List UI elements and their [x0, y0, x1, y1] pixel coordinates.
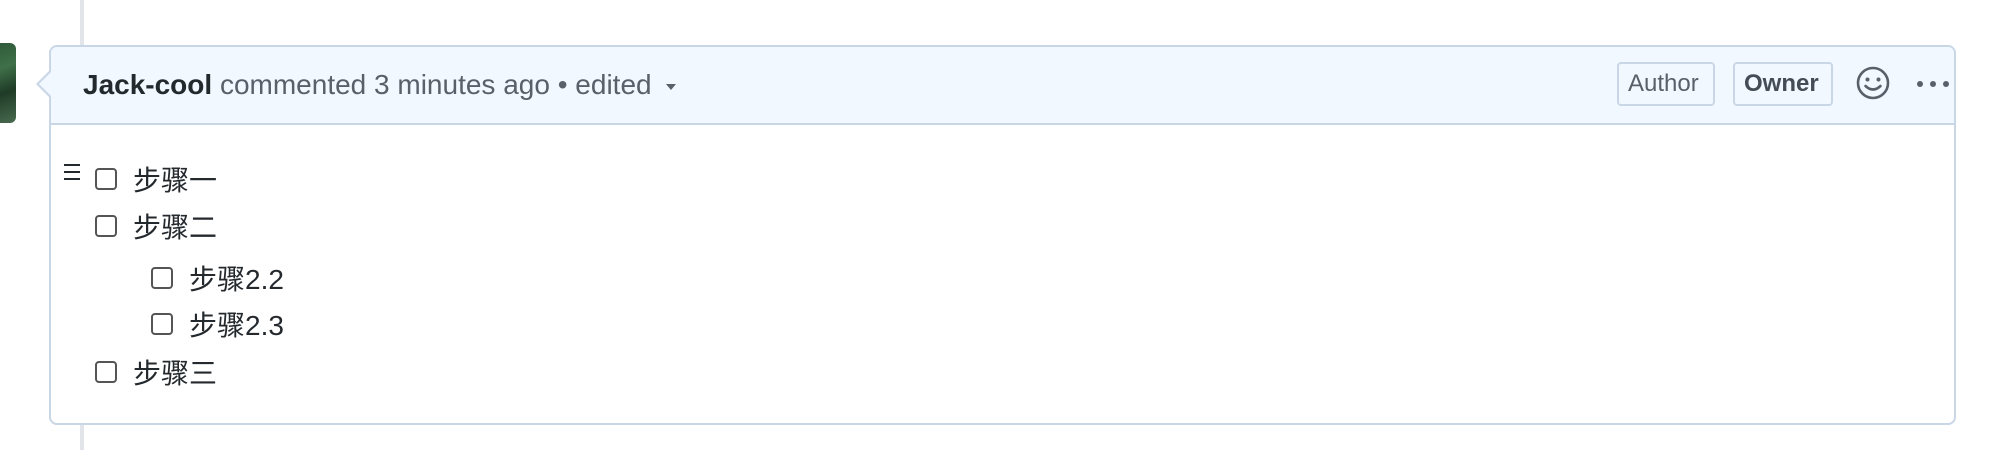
task-checkbox[interactable] [151, 267, 173, 289]
comment-header: Jack-cool commented 3 minutes ago • edit… [51, 47, 1954, 125]
task-label: 步骤二 [133, 212, 218, 243]
separator-dot: • [557, 69, 568, 100]
owner-badge: Owner [1733, 62, 1833, 106]
issue-timeline: Jack-cool commented 3 minutes ago • edit… [0, 0, 2006, 450]
comment-box: Jack-cool commented 3 minutes ago • edit… [49, 45, 1956, 425]
comment-pointer-fill [39, 72, 51, 96]
task-item: 步骤一 [95, 159, 217, 199]
smiley-icon [1856, 66, 1890, 100]
add-reaction-button[interactable] [1854, 64, 1892, 102]
task-label: 步骤三 [133, 358, 218, 389]
more-actions-button[interactable] [1913, 69, 1953, 99]
task-label: 步骤2.2 [189, 264, 284, 295]
task-item: 步骤三 [95, 352, 217, 392]
task-label: 步骤2.3 [189, 310, 284, 341]
task-checkbox[interactable] [151, 313, 173, 335]
task-checkbox[interactable] [95, 168, 117, 190]
task-item: 步骤2.2 [151, 258, 284, 298]
edited-label: edited [575, 69, 652, 100]
task-checkbox[interactable] [95, 361, 117, 383]
comment-meta: Jack-cool commented 3 minutes ago • edit… [83, 65, 676, 105]
task-label: 步骤一 [133, 165, 218, 196]
task-item: 步骤2.3 [151, 304, 284, 344]
task-item: 步骤二 [95, 206, 217, 246]
grabber-icon[interactable] [64, 164, 80, 182]
author-badge: Author [1617, 62, 1715, 106]
author-link[interactable]: Jack-cool [83, 69, 212, 100]
kebab-horizontal-icon [1917, 81, 1923, 87]
triangle-down-icon [665, 83, 676, 90]
task-checkbox[interactable] [95, 215, 117, 237]
comment-action: commented [219, 69, 367, 100]
comment-timestamp[interactable]: 3 minutes ago [374, 69, 550, 100]
avatar[interactable] [0, 43, 16, 123]
edited-dropdown[interactable]: edited [575, 69, 676, 100]
